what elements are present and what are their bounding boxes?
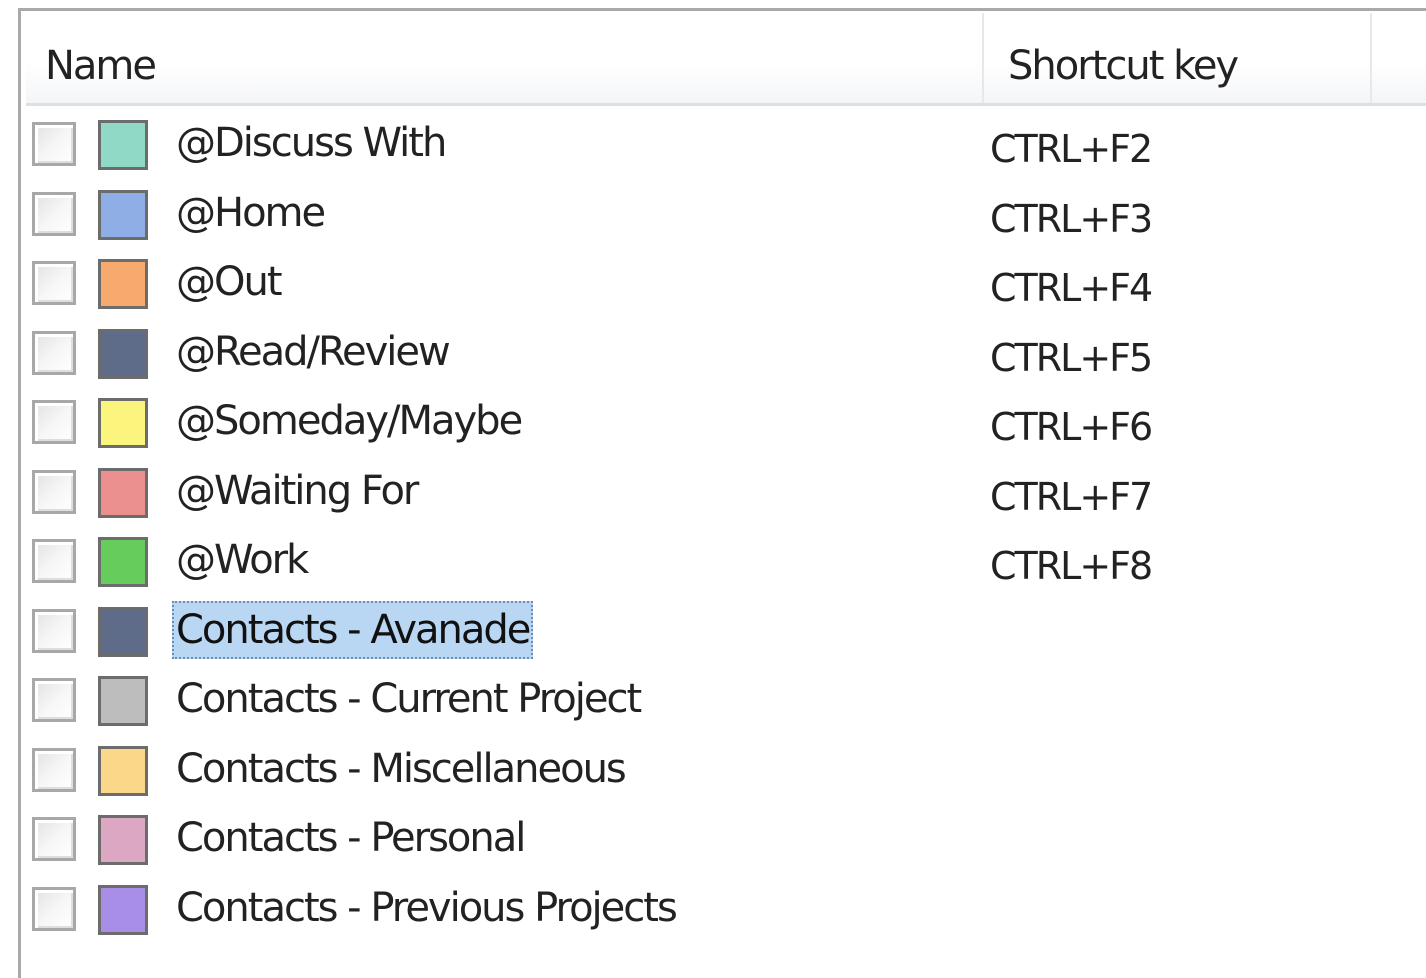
category-shortcut-key: CTRL+F4 bbox=[990, 266, 1153, 310]
category-color-swatch bbox=[98, 676, 148, 726]
column-header-bar: Name Shortcut key bbox=[26, 13, 1426, 106]
category-checkbox[interactable] bbox=[32, 192, 76, 236]
category-color-swatch bbox=[98, 885, 148, 935]
category-name[interactable]: @Out bbox=[172, 253, 285, 311]
category-checkbox[interactable] bbox=[32, 609, 76, 653]
category-checkbox[interactable] bbox=[32, 539, 76, 583]
category-row[interactable]: Contacts - Previous Projects bbox=[26, 875, 1426, 944]
category-shortcut-key: CTRL+F5 bbox=[990, 336, 1153, 380]
category-shortcut-key: CTRL+F2 bbox=[990, 127, 1153, 171]
category-row[interactable]: Contacts - Miscellaneous bbox=[26, 736, 1426, 805]
category-row[interactable]: @Read/Review CTRL+F5 bbox=[26, 319, 1426, 388]
category-name[interactable]: Contacts - Previous Projects bbox=[172, 879, 680, 937]
category-shortcut-key: CTRL+F6 bbox=[990, 405, 1153, 449]
category-row[interactable]: @Work CTRL+F8 bbox=[26, 527, 1426, 596]
category-checkbox[interactable] bbox=[32, 748, 76, 792]
category-name[interactable]: Contacts - Avanade bbox=[172, 601, 534, 659]
category-checkbox[interactable] bbox=[32, 400, 76, 444]
category-shortcut-key: CTRL+F8 bbox=[990, 544, 1153, 588]
column-header-name[interactable]: Name bbox=[26, 13, 982, 103]
category-row[interactable]: Contacts - Avanade bbox=[26, 597, 1426, 666]
category-color-swatch bbox=[98, 329, 148, 379]
category-row[interactable]: @Someday/Maybe CTRL+F6 bbox=[26, 388, 1426, 457]
category-row[interactable]: @Home CTRL+F3 bbox=[26, 180, 1426, 249]
column-header-shortcut-key[interactable]: Shortcut key bbox=[982, 13, 1370, 103]
category-name[interactable]: @Work bbox=[172, 531, 311, 589]
category-row[interactable]: Contacts - Current Project bbox=[26, 666, 1426, 735]
category-color-swatch bbox=[98, 607, 148, 657]
category-color-swatch bbox=[98, 468, 148, 518]
category-checkbox[interactable] bbox=[32, 122, 76, 166]
category-color-swatch bbox=[98, 398, 148, 448]
category-color-swatch bbox=[98, 120, 148, 170]
category-checkbox[interactable] bbox=[32, 470, 76, 514]
category-row[interactable]: Contacts - Personal bbox=[26, 805, 1426, 874]
category-shortcut-key: CTRL+F7 bbox=[990, 475, 1153, 519]
category-name[interactable]: Contacts - Miscellaneous bbox=[172, 740, 629, 798]
category-shortcut-key: CTRL+F3 bbox=[990, 197, 1153, 241]
category-row[interactable]: @Discuss With CTRL+F2 bbox=[26, 110, 1426, 179]
category-name[interactable]: Contacts - Personal bbox=[172, 809, 528, 867]
category-name[interactable]: @Home bbox=[172, 184, 328, 242]
category-row[interactable]: @Waiting For CTRL+F7 bbox=[26, 458, 1426, 527]
category-color-swatch bbox=[98, 190, 148, 240]
column-header-empty[interactable] bbox=[1370, 13, 1426, 103]
category-checkbox[interactable] bbox=[32, 678, 76, 722]
category-name[interactable]: @Someday/Maybe bbox=[172, 392, 525, 450]
category-checkbox[interactable] bbox=[32, 331, 76, 375]
category-name[interactable]: Contacts - Current Project bbox=[172, 670, 644, 728]
category-checkbox[interactable] bbox=[32, 261, 76, 305]
category-checkbox[interactable] bbox=[32, 817, 76, 861]
category-color-swatch bbox=[98, 746, 148, 796]
category-row[interactable]: @Out CTRL+F4 bbox=[26, 249, 1426, 318]
category-color-swatch bbox=[98, 259, 148, 309]
category-name[interactable]: @Waiting For bbox=[172, 462, 421, 520]
category-color-swatch bbox=[98, 537, 148, 587]
category-name[interactable]: @Discuss With bbox=[172, 114, 449, 172]
category-checkbox[interactable] bbox=[32, 887, 76, 931]
category-name[interactable]: @Read/Review bbox=[172, 323, 453, 381]
category-color-swatch bbox=[98, 815, 148, 865]
